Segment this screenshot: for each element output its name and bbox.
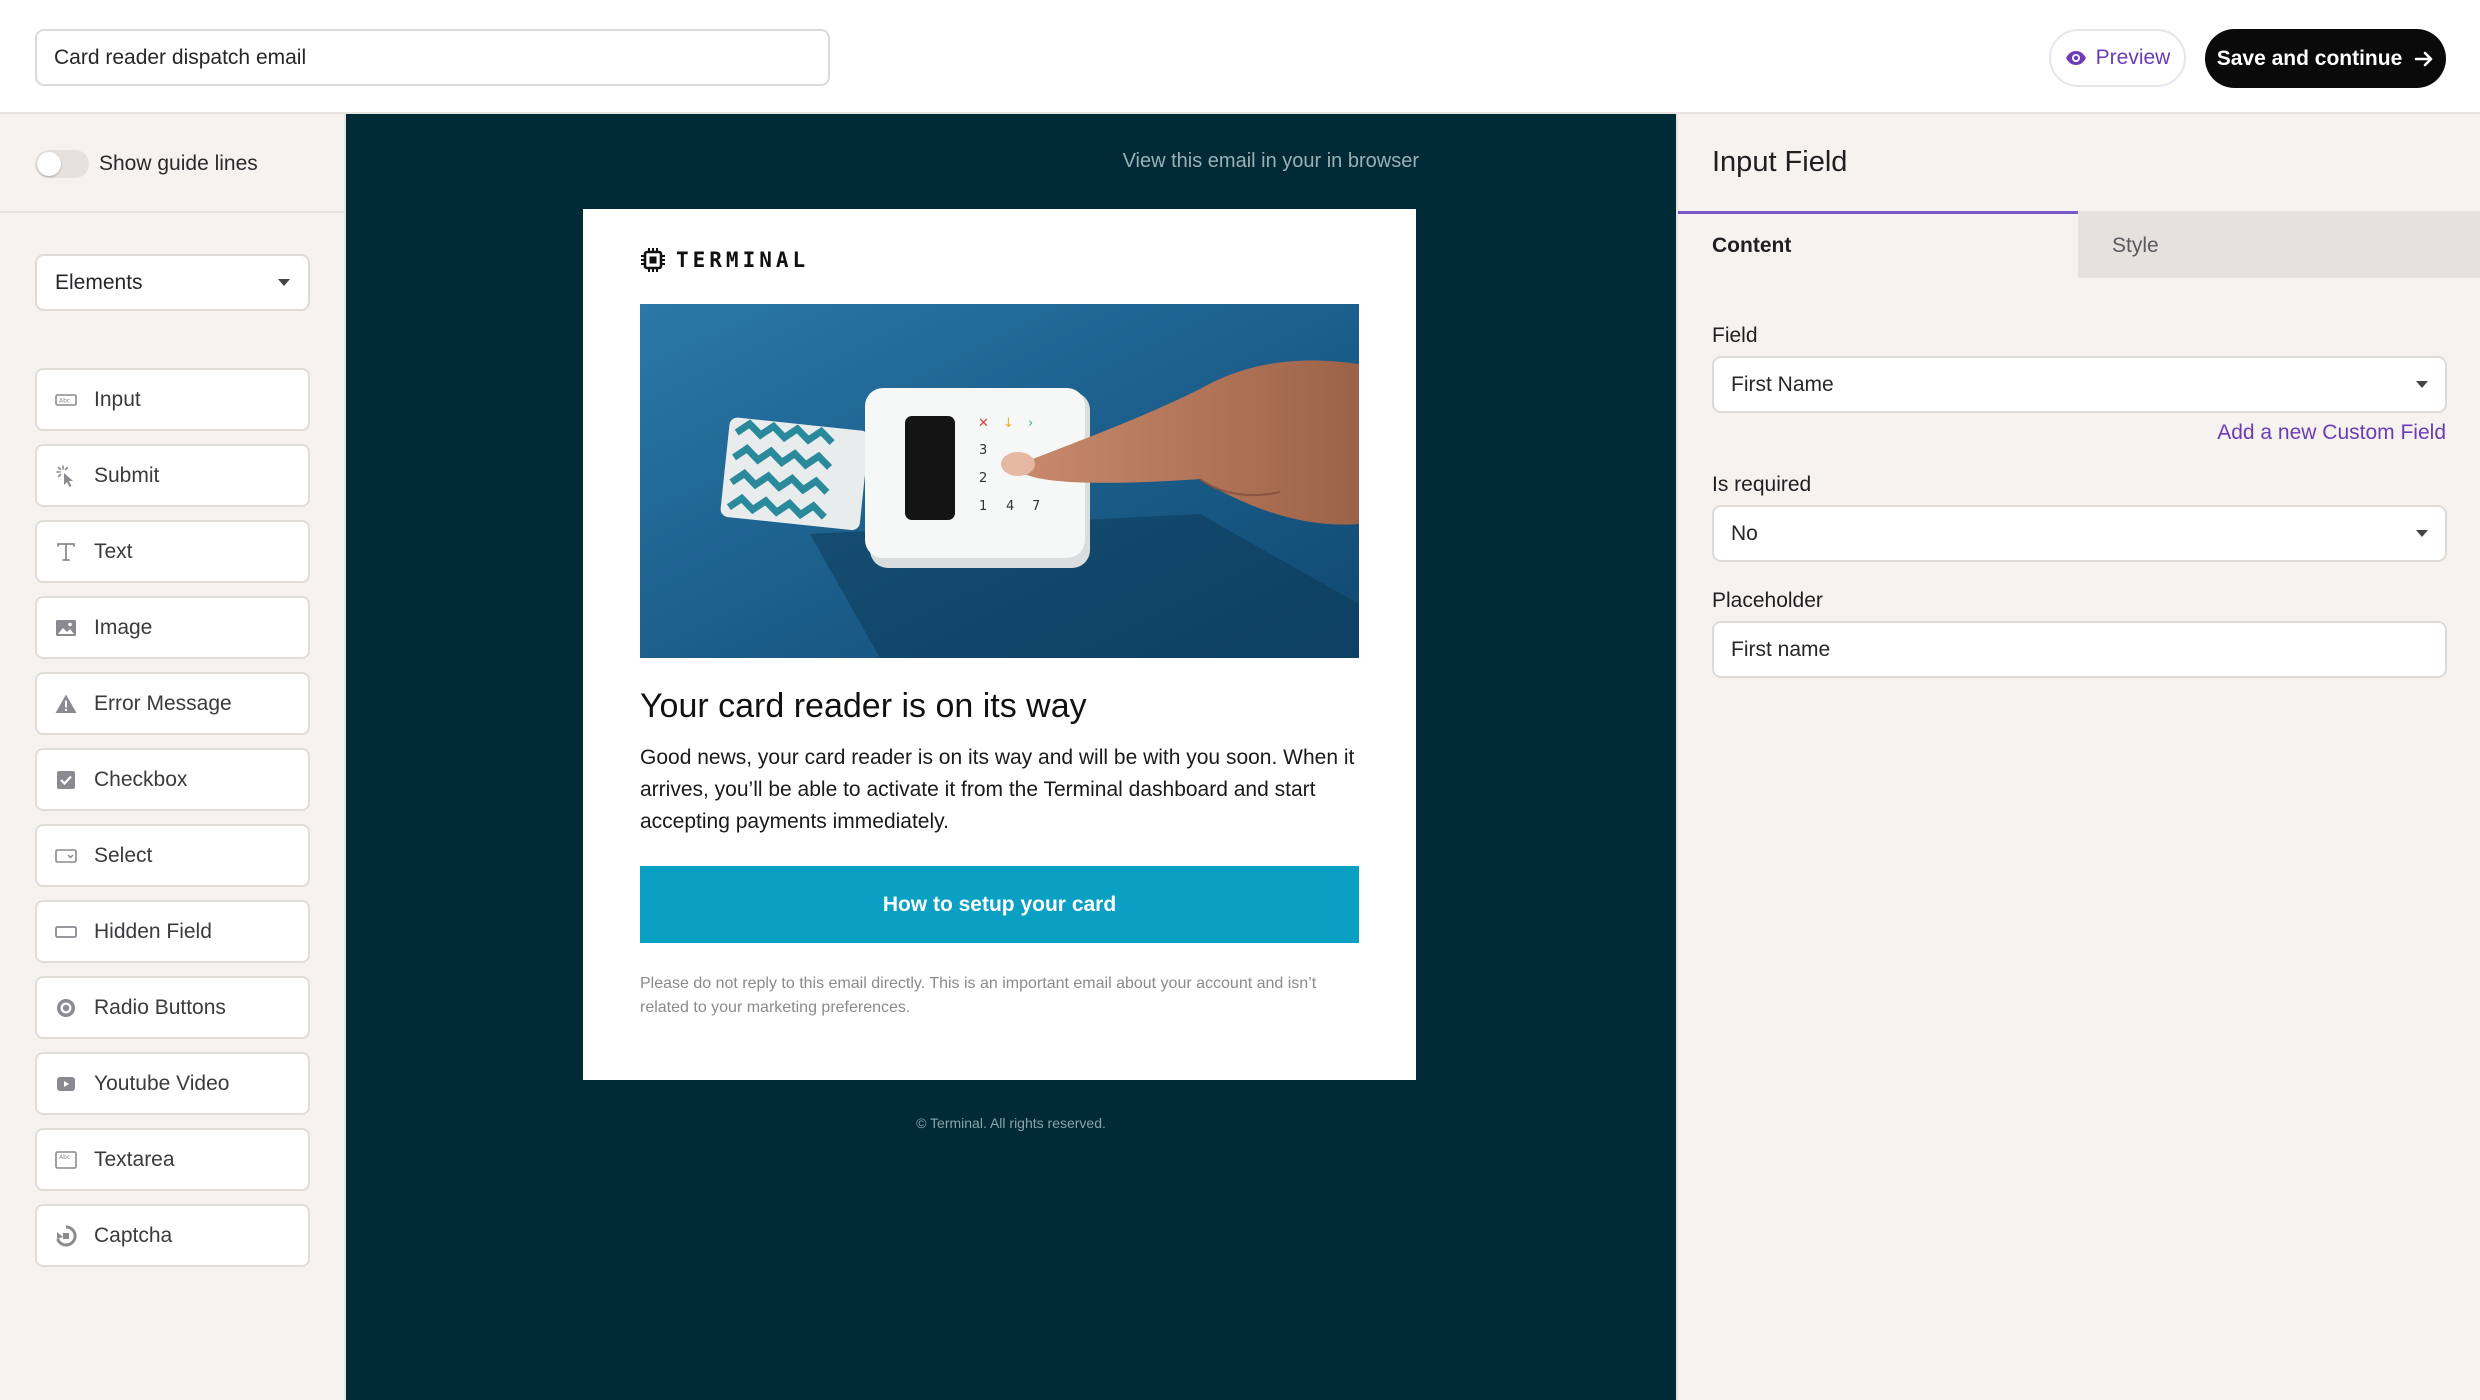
email-disclaimer: Please do not reply to this email direct…: [640, 975, 1317, 1016]
chevron-down-icon: [2416, 530, 2428, 537]
setup-card-button[interactable]: How to setup your card: [640, 866, 1359, 943]
svg-text:4: 4: [1006, 499, 1014, 514]
chevron-down-icon: [278, 279, 290, 286]
text-icon: [54, 540, 78, 564]
element-error-message[interactable]: Error Message: [35, 672, 310, 735]
guide-lines-toggle[interactable]: [35, 150, 89, 178]
element-label: Checkbox: [94, 767, 188, 791]
email-headline: Your card reader is on its way: [640, 687, 1087, 725]
elements-dropdown-value: Elements: [55, 270, 143, 294]
element-select[interactable]: Select: [35, 824, 310, 887]
sidebar-divider: [0, 211, 344, 213]
element-input[interactable]: Abc Input: [35, 368, 310, 431]
svg-text:✕: ✕: [978, 416, 989, 431]
tab-content[interactable]: Content: [1678, 211, 2078, 278]
placeholder-label: Placeholder: [1712, 589, 1823, 612]
element-radio-buttons[interactable]: Radio Buttons: [35, 976, 310, 1039]
svg-text:↓: ↓: [1003, 416, 1014, 431]
element-label: Error Message: [94, 691, 232, 715]
element-label: Text: [94, 539, 133, 563]
required-label: Is required: [1712, 473, 1812, 496]
panel-tabs: Content Style: [1678, 211, 2480, 278]
svg-text:›: ›: [1028, 416, 1033, 431]
image-icon: [54, 616, 78, 640]
captcha-icon: [54, 1224, 78, 1248]
email-body: TERMINAL ✕ ↓ › 3 2 1 4 7 Your card reade…: [583, 209, 1416, 1080]
brand-name: TERMINAL: [676, 248, 810, 272]
guide-lines-row: Show guide lines: [35, 150, 258, 178]
warning-icon: [54, 692, 78, 716]
cursor-click-icon: [54, 464, 78, 488]
element-list: Abc Input Submit Text Image Error Messag…: [35, 368, 310, 1280]
chip-logo-icon: [641, 248, 665, 272]
placeholder-input[interactable]: [1712, 621, 2447, 678]
email-footer: © Terminal. All rights reserved.: [916, 1115, 1106, 1131]
hero-image: ✕ ↓ › 3 2 1 4 7: [640, 304, 1359, 658]
chevron-down-icon: [2416, 381, 2428, 388]
save-and-continue-button[interactable]: Save and continue: [2205, 29, 2446, 88]
radio-icon: [54, 996, 78, 1020]
element-label: Youtube Video: [94, 1071, 230, 1095]
properties-panel: Input Field Content Style Field First Na…: [1676, 114, 2480, 1400]
eye-icon: [2065, 51, 2086, 65]
arrow-right-icon: [2414, 51, 2433, 66]
video-icon: [54, 1072, 78, 1096]
input-icon: Abc: [54, 388, 78, 412]
element-label: Input: [94, 387, 141, 411]
field-select-value: First Name: [1731, 372, 1834, 396]
element-textarea[interactable]: Abc Textarea: [35, 1128, 310, 1191]
svg-text:3: 3: [979, 443, 987, 458]
top-bar: Preview Save and continue: [0, 0, 2480, 114]
element-label: Radio Buttons: [94, 995, 226, 1019]
element-captcha[interactable]: Captcha: [35, 1204, 310, 1267]
svg-text:7: 7: [1032, 499, 1040, 514]
guide-lines-label: Show guide lines: [99, 152, 258, 175]
tab-style[interactable]: Style: [2078, 211, 2480, 278]
field-label: Field: [1712, 324, 1758, 347]
element-text[interactable]: Text: [35, 520, 310, 583]
add-custom-field-link[interactable]: Add a new Custom Field: [2217, 421, 2446, 445]
brand-logo: TERMINAL: [640, 247, 809, 273]
element-submit[interactable]: Submit: [35, 444, 310, 507]
element-label: Submit: [94, 463, 160, 487]
email-canvas: View this email in your in browser TERMI…: [346, 114, 1676, 1400]
view-in-browser-link[interactable]: View this email in your in browser: [1123, 150, 1419, 173]
element-hidden-field[interactable]: Hidden Field: [35, 900, 310, 963]
checkbox-icon: [54, 768, 78, 792]
svg-text:Abc: Abc: [59, 397, 70, 404]
element-label: Textarea: [94, 1147, 175, 1171]
svg-text:1: 1: [979, 499, 987, 514]
preview-button[interactable]: Preview: [2049, 29, 2186, 87]
field-select[interactable]: First Name: [1712, 356, 2447, 413]
required-select[interactable]: No: [1712, 505, 2447, 562]
element-checkbox[interactable]: Checkbox: [35, 748, 310, 811]
email-body-text: Good news, your card reader is on its wa…: [640, 746, 1355, 833]
panel-title: Input Field: [1712, 146, 1848, 178]
elements-dropdown[interactable]: Elements: [35, 254, 310, 311]
element-label: Select: [94, 843, 153, 867]
preview-label: Preview: [2095, 46, 2171, 69]
save-label: Save and continue: [2216, 46, 2403, 70]
required-select-value: No: [1731, 521, 1758, 545]
elements-sidebar: Show guide lines Elements Abc Input Subm…: [0, 114, 346, 1400]
email-name-input[interactable]: [35, 29, 830, 86]
element-label: Image: [94, 615, 153, 639]
hidden-field-icon: [54, 920, 78, 944]
element-image[interactable]: Image: [35, 596, 310, 659]
select-icon: [54, 844, 78, 868]
element-youtube-video[interactable]: Youtube Video: [35, 1052, 310, 1115]
svg-text:2: 2: [979, 471, 987, 486]
svg-text:Abc: Abc: [59, 1154, 70, 1161]
element-label: Captcha: [94, 1223, 173, 1247]
textarea-icon: Abc: [54, 1148, 78, 1172]
element-label: Hidden Field: [94, 919, 212, 943]
